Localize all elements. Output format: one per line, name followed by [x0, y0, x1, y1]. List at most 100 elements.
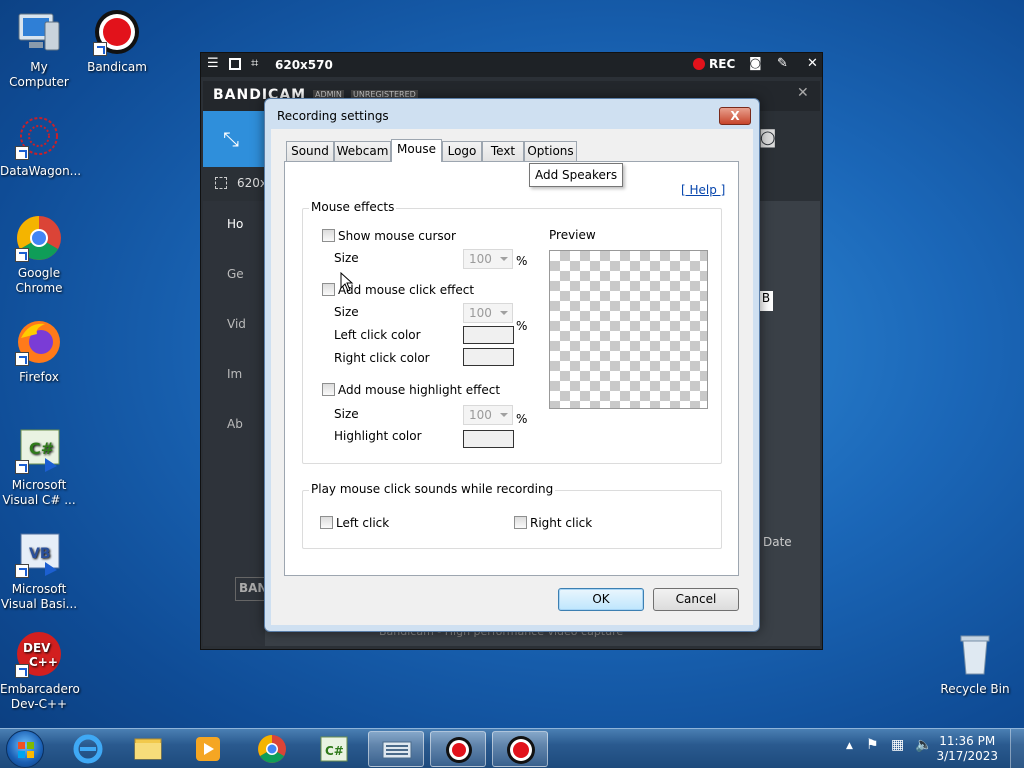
rec-dot-icon	[693, 58, 705, 70]
chrome-icon	[15, 214, 63, 262]
desktop-icon-recycle-bin[interactable]: Recycle Bin	[936, 630, 1014, 697]
svg-text:DEV: DEV	[23, 641, 51, 655]
vb-icon: VB	[15, 530, 63, 578]
tab-logo[interactable]: Logo	[442, 141, 482, 161]
region-icon[interactable]: ⌗	[251, 56, 258, 71]
click-size-label: Size	[334, 305, 359, 319]
desktop-icon-visual-csharp[interactable]: C# Microsoft Visual C# ...	[0, 426, 78, 508]
chevron-down-icon	[500, 311, 508, 315]
pencil-icon[interactable]: ✎	[777, 56, 788, 71]
desktop-icon-label: Microsoft Visual Basi...	[0, 582, 78, 611]
left-click-color-label: Left click color	[334, 328, 421, 342]
start-button[interactable]	[6, 730, 44, 768]
rec-button[interactable]: REC	[709, 57, 735, 71]
nav-general[interactable]: Ge	[227, 267, 244, 281]
desktop-icon-bandicam[interactable]: Bandicam	[78, 8, 156, 75]
highlight-size-select[interactable]: 100	[463, 405, 513, 425]
datawagon-icon	[15, 112, 63, 160]
svg-text:C#: C#	[325, 744, 344, 758]
bandicam-icon	[93, 8, 141, 56]
highlight-color-label: Highlight color	[334, 429, 422, 443]
bandicam-close-icon[interactable]: ✕	[797, 85, 809, 101]
dialog-close-button[interactable]: X	[719, 107, 751, 125]
show-cursor-checkbox[interactable]	[322, 229, 335, 242]
highlight-color-swatch[interactable]	[463, 430, 514, 448]
capture-size: 620x570	[275, 58, 333, 72]
taskbar-clock[interactable]: 11:36 PM 3/17/2023	[936, 734, 998, 764]
nav-image[interactable]: Im	[227, 367, 242, 381]
taskbar-bandicam-record[interactable]	[492, 731, 548, 767]
desktop-icon-devcpp[interactable]: DEV C++ Embarcadero Dev-C++	[0, 630, 80, 712]
shortcut-arrow-icon	[15, 564, 29, 578]
desktop-icon-label: Embarcadero Dev-C++	[0, 682, 80, 711]
taskbar-explorer[interactable]	[120, 731, 176, 767]
menu-icon[interactable]: ☰	[207, 56, 219, 71]
network-icon[interactable]: ▦	[891, 737, 904, 753]
taskbar-chrome[interactable]	[244, 731, 300, 767]
tooltip: Add Speakers	[529, 163, 624, 187]
dialog-title: Recording settings	[277, 109, 389, 123]
side-label: B	[759, 291, 773, 311]
close-icon[interactable]: ✕	[807, 56, 818, 71]
show-cursor-label: Show mouse cursor	[338, 229, 456, 243]
highlight-effect-checkbox[interactable]	[322, 383, 335, 396]
shortcut-arrow-icon	[15, 352, 29, 366]
desktop-icon-label: Firefox	[19, 370, 59, 384]
nav-home[interactable]: Ho	[227, 217, 243, 231]
date-column: Date	[763, 535, 792, 549]
taskbar-media-player[interactable]	[180, 731, 236, 767]
action-center-flag-icon[interactable]: ⚑	[866, 737, 879, 753]
highlight-size-label: Size	[334, 407, 359, 421]
right-click-color-swatch[interactable]	[463, 348, 514, 366]
right-click-sound-label: Right click	[530, 516, 593, 530]
taskbar-bandicam-app[interactable]	[430, 731, 486, 767]
tray-expand-icon[interactable]: ▲	[846, 741, 853, 751]
tab-text[interactable]: Text	[482, 141, 524, 161]
nav-video[interactable]: Vid	[227, 317, 246, 331]
desktop-icon-firefox[interactable]: Firefox	[0, 318, 78, 385]
desktop-icon-visual-basic[interactable]: VB Microsoft Visual Basi...	[0, 530, 78, 612]
left-click-sound-checkbox[interactable]	[320, 516, 333, 529]
desktop-icon-label: DataWagon...	[0, 164, 82, 178]
camera-icon[interactable]: ◙	[749, 56, 762, 71]
firefox-icon	[15, 318, 63, 366]
bandicam-icon	[446, 737, 472, 763]
screen-mode-button[interactable]: ⤡	[203, 111, 265, 167]
taskbar-keyboard-app[interactable]	[368, 731, 424, 767]
desktop-icon-chrome[interactable]: Google Chrome	[0, 214, 78, 296]
nav-about[interactable]: Ab	[227, 417, 243, 431]
taskbar-ie[interactable]	[60, 731, 116, 767]
cursor-size-label: Size	[334, 251, 359, 265]
tab-webcam[interactable]: Webcam	[334, 141, 391, 161]
ok-button[interactable]: OK	[558, 588, 644, 611]
cursor-size-value: 100	[469, 252, 492, 266]
tab-mouse[interactable]: Mouse	[391, 139, 442, 162]
cancel-button[interactable]: Cancel	[653, 588, 739, 611]
desktop-icon-my-computer[interactable]: My Computer	[0, 8, 78, 90]
left-click-color-swatch[interactable]	[463, 326, 514, 344]
right-click-sound-checkbox[interactable]	[514, 516, 527, 529]
click-effect-checkbox[interactable]	[322, 283, 335, 296]
shortcut-arrow-icon	[93, 42, 107, 56]
csharp-icon: C#	[15, 426, 63, 474]
percent-label: %	[516, 254, 528, 268]
shortcut-arrow-icon	[15, 248, 29, 262]
taskbar-visual-csharp[interactable]: C#	[306, 731, 362, 767]
preview-canvas	[549, 250, 708, 409]
cursor-size-select[interactable]: 100	[463, 249, 513, 269]
desktop-icon-datawagon[interactable]: DataWagon...	[0, 112, 82, 179]
shortcut-arrow-icon	[15, 146, 29, 160]
click-size-select[interactable]: 100	[463, 303, 513, 323]
csharp-icon: C#	[320, 736, 348, 762]
preview-label: Preview	[549, 228, 596, 242]
target-icon	[215, 177, 227, 189]
screenshot-icon[interactable]: ◙	[759, 127, 776, 148]
show-desktop-button[interactable]	[1010, 729, 1024, 768]
tab-options[interactable]: Options	[524, 141, 577, 161]
tab-sound[interactable]: Sound	[286, 141, 334, 161]
help-link[interactable]: [ Help ]	[681, 183, 725, 197]
window-mode-icon[interactable]	[229, 58, 241, 70]
bandicam-capture-bar: ☰ ⌗ 620x570 REC ◙ ✎ ✕	[201, 53, 822, 77]
desktop-icon-label: Google Chrome	[15, 266, 63, 295]
volume-icon[interactable]: 🔈	[915, 737, 932, 753]
